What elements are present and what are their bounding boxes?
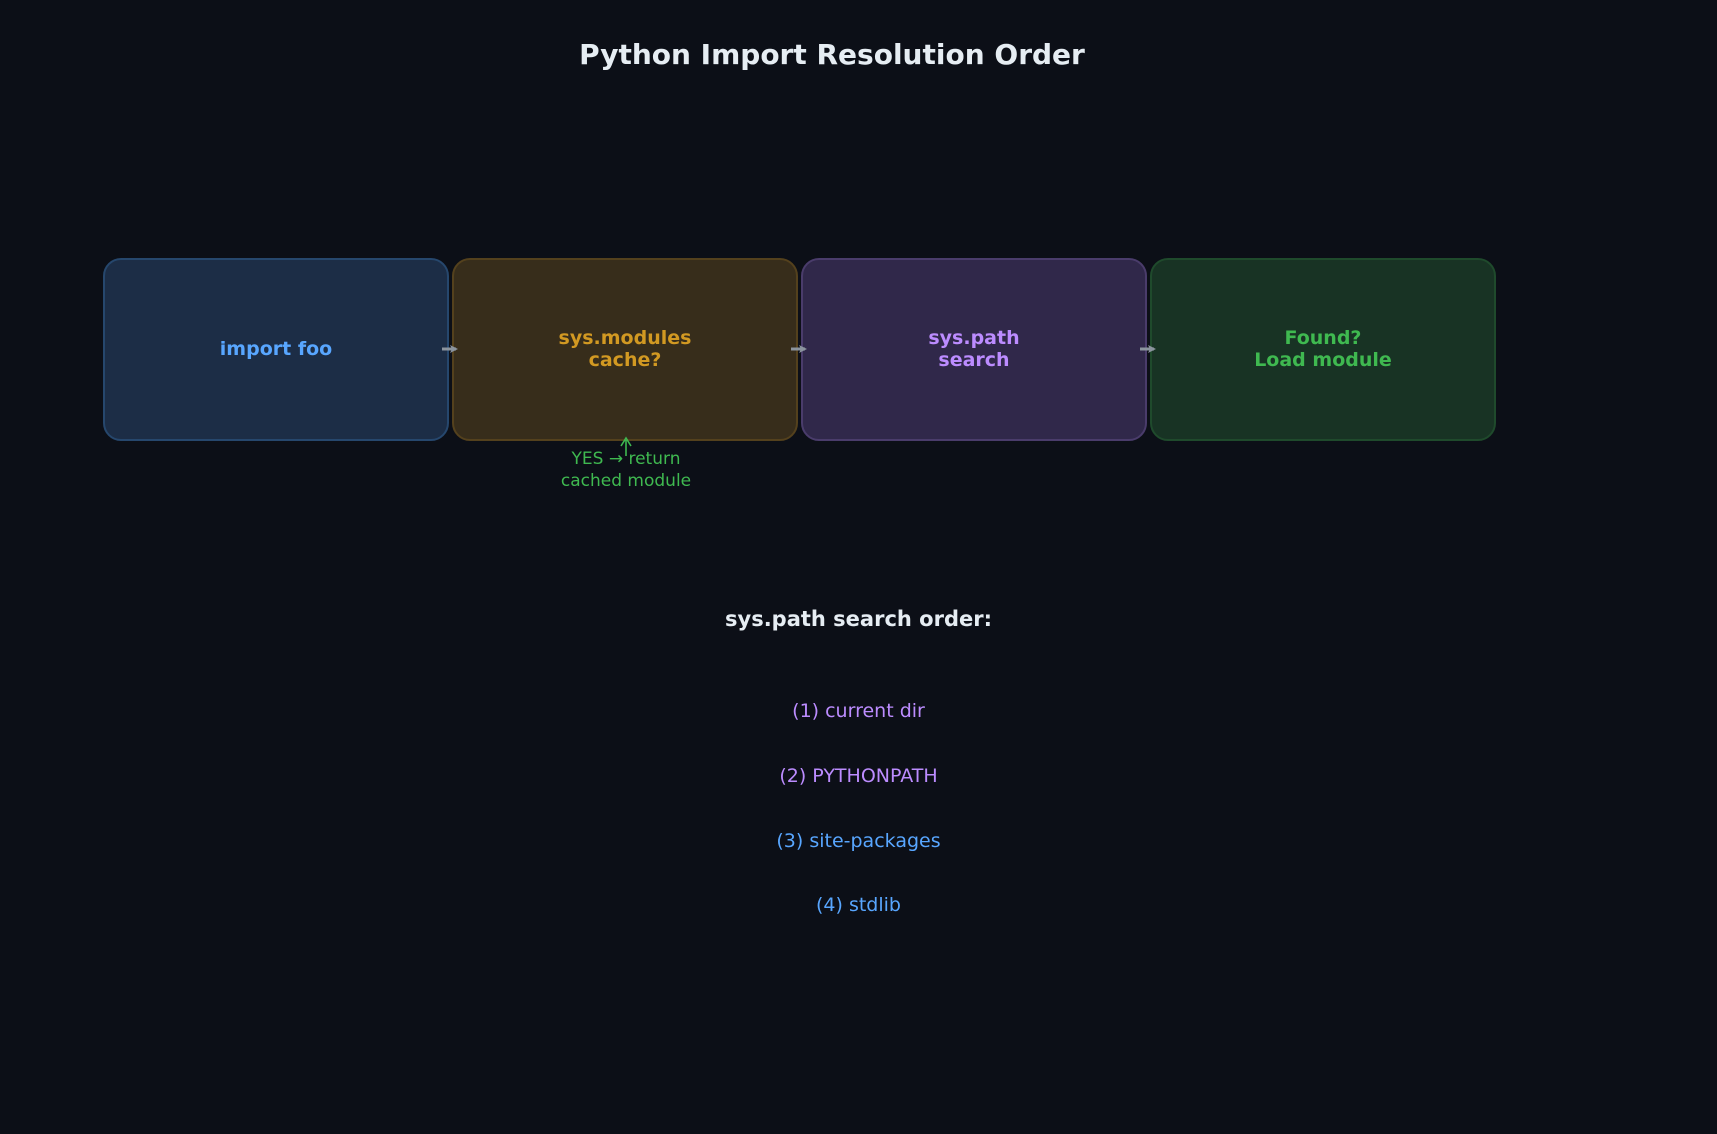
step-sys-path-search: sys.path search — [801, 258, 1147, 441]
search-order-title: sys.path search order: — [725, 607, 992, 631]
step-sys-modules-cache: sys.modules cache? — [452, 258, 798, 441]
search-order-item-current-dir: (1) current dir — [792, 700, 925, 722]
step-import-foo: import foo — [103, 258, 449, 441]
flow-arrows — [442, 345, 1156, 456]
step-found-load-module: Found? Load module — [1150, 258, 1496, 441]
search-order-item-site-packages: (3) site-packages — [776, 830, 941, 852]
cache-hit-note: YES → return cached module — [560, 449, 692, 491]
diagram-title: Python Import Resolution Order — [579, 38, 1085, 71]
search-order-item-stdlib: (4) stdlib — [816, 894, 901, 916]
search-order-item-pythonpath: (2) PYTHONPATH — [779, 765, 938, 787]
